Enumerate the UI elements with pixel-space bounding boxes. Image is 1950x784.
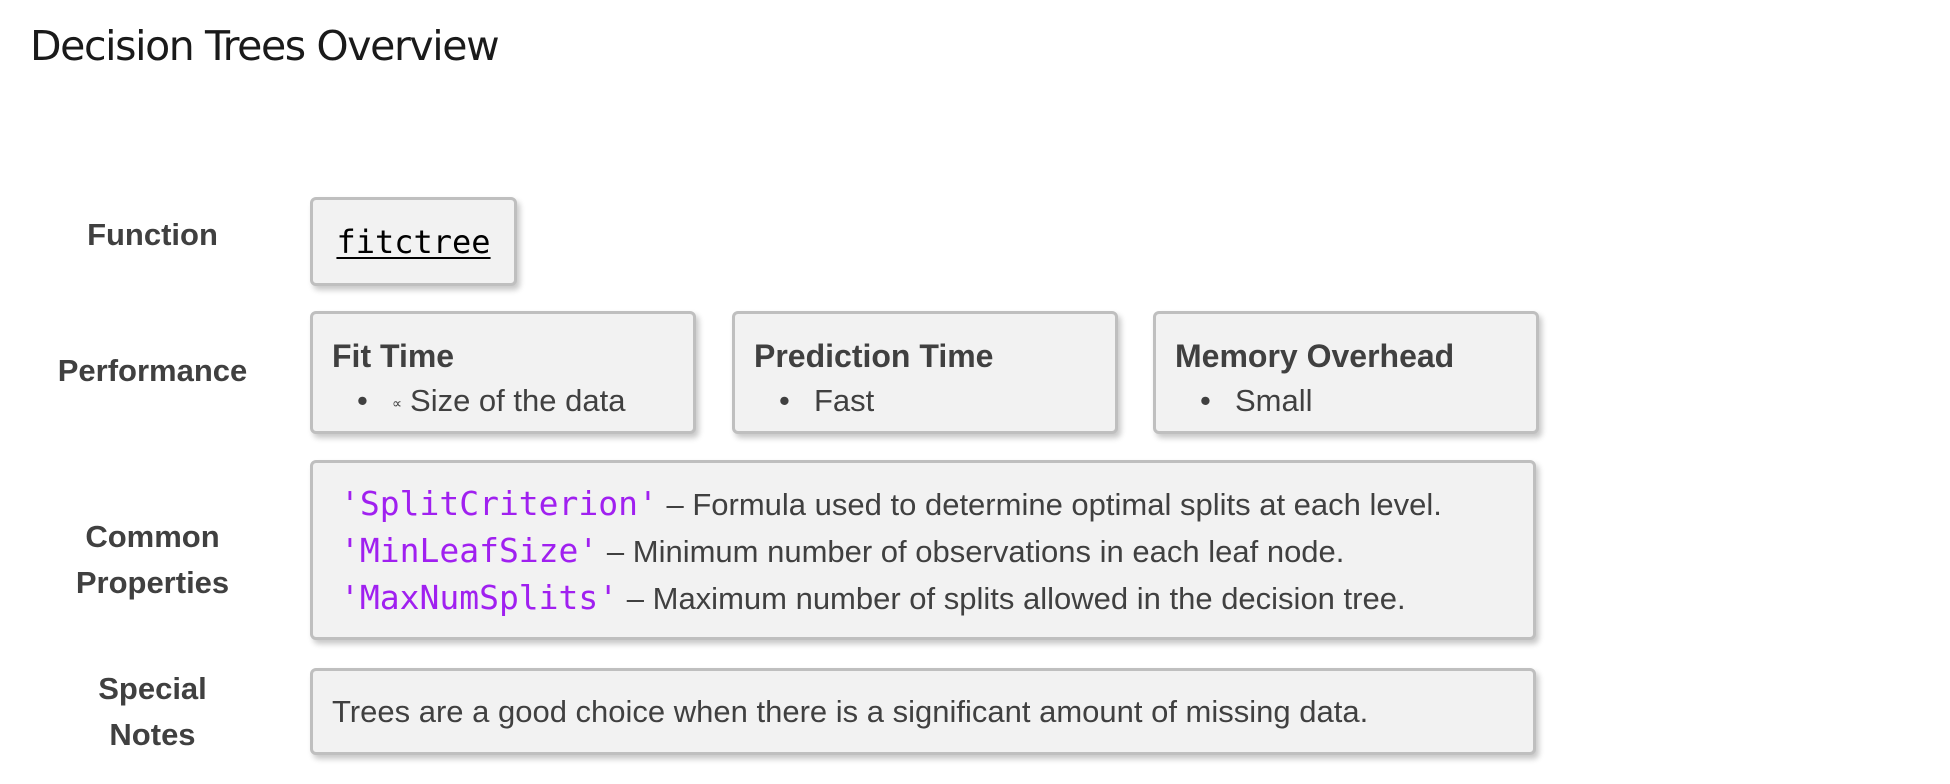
perf-title: Fit Time [332, 338, 455, 374]
property-name: 'MinLeafSize' [340, 531, 599, 570]
property-description: – Formula used to determine optimal spli… [657, 487, 1442, 522]
perf-item: • ∝ Size of the data [332, 381, 693, 423]
perf-item-text: Small [1235, 383, 1313, 418]
bullet: • [779, 383, 790, 418]
row-label-line: Special [98, 671, 207, 706]
perf-title: Memory Overhead [1175, 338, 1455, 374]
property-line: 'MaxNumSplits' – Maximum number of split… [340, 575, 1533, 622]
bullet: • [1200, 383, 1211, 418]
perf-box-prediction-time: Prediction Time • Fast [732, 311, 1118, 434]
row-label-special-notes: Special Notes [30, 666, 275, 758]
proportional-icon: ∝ [392, 394, 403, 411]
page-title: Decision Trees Overview [30, 22, 500, 70]
common-properties-box: 'SplitCriterion' – Formula used to deter… [310, 460, 1536, 640]
perf-item: • Small [1175, 381, 1536, 421]
bullet: • [357, 383, 368, 418]
row-label-line: Properties [75, 565, 230, 600]
perf-item: • Fast [754, 381, 1115, 421]
perf-item-text: Size of the data [410, 383, 626, 418]
property-name: 'MaxNumSplits' [340, 578, 619, 617]
row-label-function: Function [30, 212, 275, 258]
perf-box-memory-overhead: Memory Overhead • Small [1153, 311, 1539, 434]
row-label-function-text: Function [87, 217, 218, 252]
property-name: 'SplitCriterion' [340, 484, 658, 523]
special-notes-box: Trees are a good choice when there is a … [310, 668, 1536, 755]
row-label-line: Notes [109, 717, 196, 752]
perf-title: Prediction Time [754, 338, 994, 374]
function-link[interactable]: fitctree [336, 223, 490, 261]
row-label-performance: Performance [30, 348, 275, 394]
property-line: 'MinLeafSize' – Minimum number of observ… [340, 528, 1533, 575]
special-notes-text: Trees are a good choice when there is a … [332, 693, 1369, 729]
function-box: fitctree [310, 197, 517, 286]
property-description: – Minimum number of observations in each… [598, 534, 1345, 569]
property-description: – Maximum number of splits allowed in th… [618, 581, 1406, 616]
row-label-performance-text: Performance [57, 353, 248, 388]
perf-box-fit-time: Fit Time • ∝ Size of the data [310, 311, 696, 434]
perf-item-text: Fast [814, 383, 875, 418]
row-label-line: Common [85, 519, 220, 554]
property-line: 'SplitCriterion' – Formula used to deter… [340, 481, 1533, 528]
row-label-common-properties: Common Properties [30, 514, 275, 606]
